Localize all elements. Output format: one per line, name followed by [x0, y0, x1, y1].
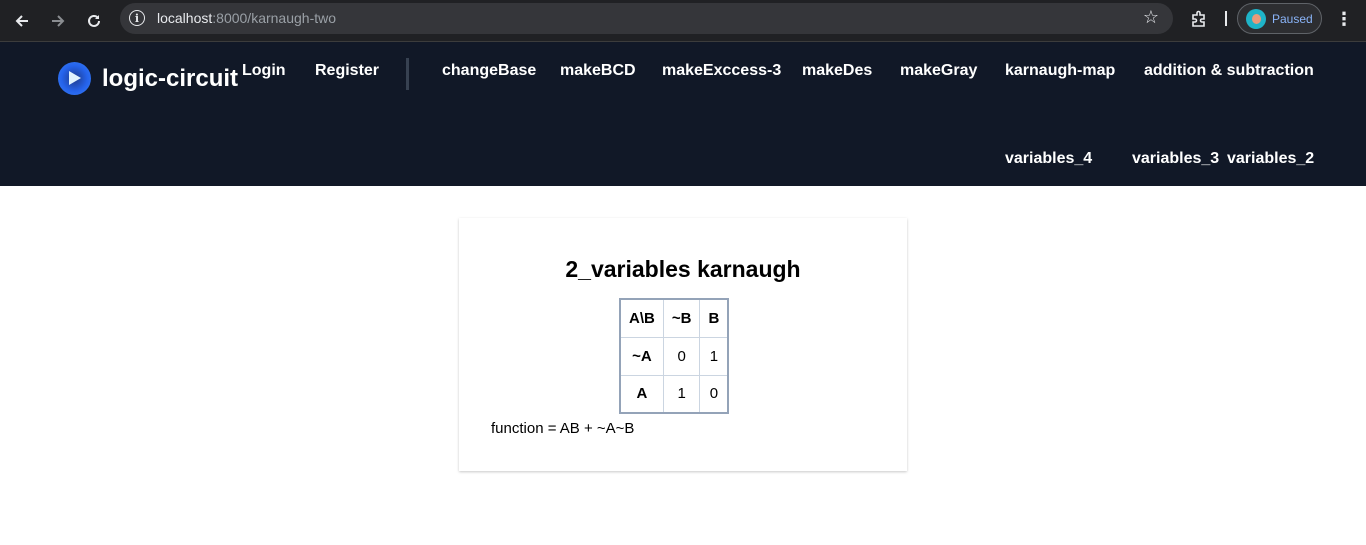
browser-toolbar: i localhost:8000/karnaugh-two ☆ Paused ⋮: [0, 0, 1366, 42]
corner-cell: A\B: [619, 298, 664, 338]
table-header-row: A\B ~B B: [619, 298, 729, 338]
reload-icon[interactable]: [79, 6, 109, 36]
table-row: ~A 0 1: [619, 336, 729, 376]
address-bar[interactable]: i localhost:8000/karnaugh-two ☆: [120, 3, 1173, 34]
nav-register[interactable]: Register: [315, 62, 379, 80]
site-navbar: logic-circuit Login Register changeBase …: [0, 42, 1366, 186]
table-cell: 0: [662, 336, 701, 376]
nav-change-base[interactable]: changeBase: [442, 62, 536, 80]
table-cell: 0: [699, 374, 729, 414]
table-cell: 1: [699, 336, 729, 376]
menu-dots-icon[interactable]: ⋮: [1334, 6, 1354, 32]
bookmark-star-icon[interactable]: ☆: [1143, 7, 1159, 28]
profile-status-label: Paused: [1272, 12, 1313, 26]
logo-icon: [58, 62, 91, 95]
forward-icon[interactable]: [43, 6, 73, 36]
nav-divider: [406, 58, 409, 90]
nav-make-gray[interactable]: makeGray: [900, 62, 977, 80]
site-info-icon[interactable]: i: [129, 10, 145, 26]
nav-karnaugh-map[interactable]: karnaugh-map: [1005, 62, 1115, 80]
col-header: ~B: [662, 298, 701, 338]
toolbar-divider: [1225, 11, 1227, 26]
karnaugh-card: 2_variables karnaugh A\B ~B B ~A 0 1 A 1…: [459, 218, 907, 471]
extensions-icon[interactable]: [1188, 8, 1210, 30]
nav-addition-subtraction[interactable]: addition & subtraction: [1144, 62, 1314, 80]
karnaugh-table: A\B ~B B ~A 0 1 A 1 0: [619, 298, 730, 414]
function-expression: function = AB + ~A~B: [491, 420, 635, 437]
nav-make-excess3[interactable]: makeExccess-3: [662, 62, 781, 80]
url-text[interactable]: localhost:8000/karnaugh-two: [157, 10, 336, 26]
nav-make-des[interactable]: makeDes: [802, 62, 872, 80]
back-icon[interactable]: [7, 6, 37, 36]
url-path: :8000/karnaugh-two: [212, 10, 337, 26]
nav-variables-3[interactable]: variables_3: [1132, 150, 1219, 168]
brand-name: logic-circuit: [102, 64, 239, 92]
col-header: B: [699, 298, 729, 338]
profile-button[interactable]: Paused: [1237, 3, 1322, 34]
table-cell: 1: [662, 374, 701, 414]
table-row: A 1 0: [619, 374, 729, 414]
nav-variables-4[interactable]: variables_4: [1005, 150, 1092, 168]
nav-variables-2[interactable]: variables_2: [1227, 150, 1314, 168]
url-host: localhost: [157, 10, 213, 26]
row-header: ~A: [619, 336, 664, 376]
avatar: [1246, 9, 1266, 29]
nav-make-bcd[interactable]: makeBCD: [560, 62, 636, 80]
nav-login[interactable]: Login: [242, 62, 286, 80]
page-title: 2_variables karnaugh: [565, 256, 801, 282]
row-header: A: [619, 374, 664, 414]
brand[interactable]: logic-circuit: [58, 62, 238, 95]
